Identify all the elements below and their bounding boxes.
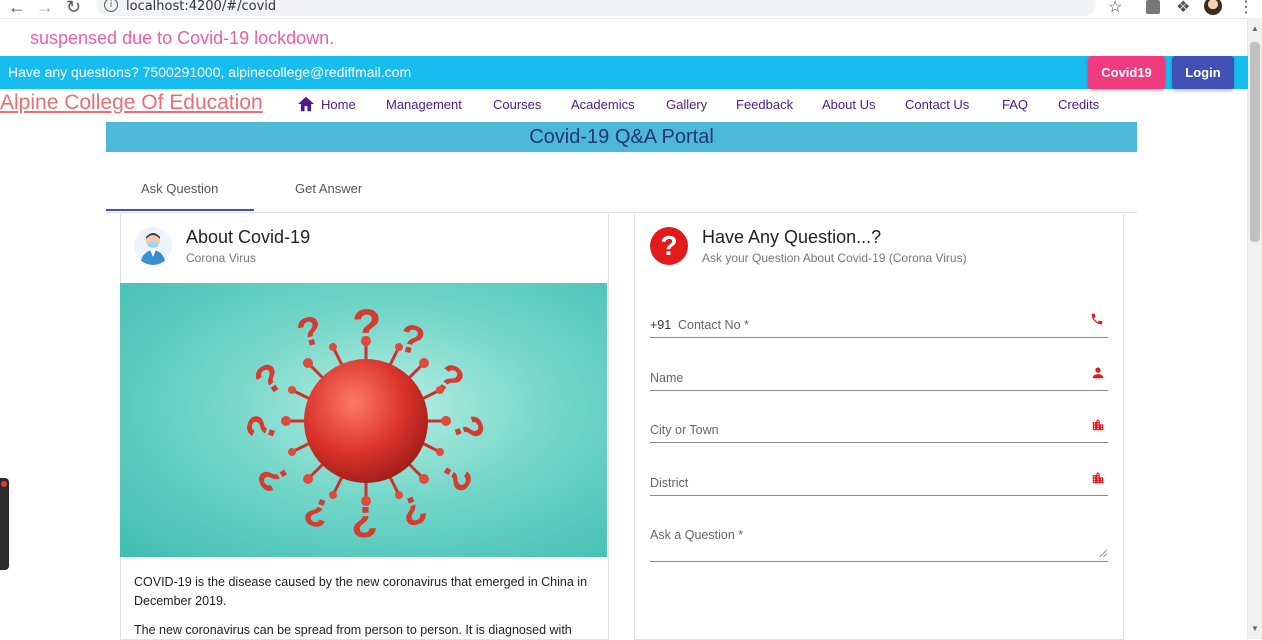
contact-banner-text: Have any questions? 7500291000, alpineco… [8, 64, 412, 80]
svg-text:?: ? [237, 409, 287, 447]
svg-text:?: ? [426, 355, 471, 405]
login-button[interactable]: Login [1172, 56, 1234, 89]
puzzle-icon[interactable]: ❖ [1176, 0, 1190, 17]
nav-courses[interactable]: Courses [493, 97, 541, 112]
tabs-divider [106, 212, 1137, 213]
about-paragraph-1: COVID-19 is the disease caused by the ne… [134, 575, 588, 608]
bookmark-star-icon[interactable]: ☆ [1108, 0, 1122, 17]
record-dot-icon [1, 481, 7, 487]
svg-text:?: ? [292, 308, 327, 357]
name-field[interactable]: Name [650, 371, 683, 385]
scroll-down-icon[interactable]: ▼ [1251, 624, 1259, 633]
nav-credits[interactable]: Credits [1058, 97, 1099, 112]
screenrec-widget[interactable]: screenrec [0, 478, 9, 570]
city-field[interactable]: City or Town [650, 423, 719, 437]
page-scrollbar[interactable]: ▲ ▼ [1247, 18, 1262, 639]
nav-home[interactable]: Home [321, 97, 356, 112]
svg-text:?: ? [394, 316, 429, 365]
announcement-marquee: suspensed due to Covid-19 lockdown. [30, 28, 335, 48]
city-icon [1092, 419, 1104, 431]
question-card-title: Have Any Question...? [702, 227, 882, 247]
extension-icon[interactable] [1146, 0, 1160, 14]
phone-prefix: +91 [650, 318, 672, 332]
contact-banner: Have any questions? 7500291000, alpineco… [0, 56, 1248, 89]
covid19-button[interactable]: Covid19 [1088, 56, 1165, 89]
contact-no-underline [650, 337, 1108, 338]
reload-icon[interactable]: ↻ [66, 0, 81, 18]
about-paragraph-2: The new coronavirus can be spread from p… [134, 623, 572, 637]
person-icon [1092, 367, 1104, 379]
nav-academics[interactable]: Academics [571, 97, 635, 112]
brand-link[interactable]: Alpine College Of Education [0, 91, 263, 115]
textarea-resize-handle-icon[interactable] [1098, 548, 1107, 557]
browser-toolbar: ← → ↻ i localhost:4200/#/covid ☆ ❖ ⋮ [0, 0, 1262, 19]
scroll-thumb[interactable] [1250, 42, 1260, 242]
nav-feedback[interactable]: Feedback [736, 97, 793, 112]
about-card-title: About Covid-19 [186, 227, 311, 247]
nav-management[interactable]: Management [386, 97, 462, 112]
forward-icon[interactable]: → [36, 0, 54, 18]
svg-text:?: ? [431, 456, 481, 499]
scroll-up-icon[interactable]: ▲ [1251, 24, 1259, 33]
name-underline [650, 390, 1108, 391]
nav-about-us[interactable]: About Us [822, 97, 875, 112]
portal-title: Covid-19 Q&A Portal [529, 126, 714, 148]
about-card-subtitle: Corona Virus [186, 251, 256, 265]
nav-gallery[interactable]: Gallery [666, 97, 707, 112]
city-icon [1092, 472, 1104, 484]
coronavirus-illustration: ? ? ? ? ? ? ? ? ? ? ? ? [120, 283, 607, 557]
doctor-avatar-icon [134, 227, 172, 265]
home-icon[interactable] [297, 96, 315, 112]
tab-get-answer[interactable]: Get Answer [295, 181, 362, 196]
nav-faq[interactable]: FAQ [1002, 97, 1028, 112]
url-text[interactable]: localhost:4200/#/covid [126, 0, 276, 14]
contact-no-field[interactable]: Contact No * [678, 318, 749, 332]
district-field[interactable]: District [650, 476, 688, 490]
menu-kebab-icon[interactable]: ⋮ [1238, 0, 1254, 17]
nav-contact-us[interactable]: Contact Us [905, 97, 969, 112]
active-tab-indicator [106, 209, 254, 211]
question-textarea[interactable]: Ask a Question * [650, 528, 743, 542]
question-underline [650, 561, 1108, 562]
svg-text:?: ? [249, 456, 299, 499]
tab-ask-question[interactable]: Ask Question [141, 181, 218, 196]
portal-header: Covid-19 Q&A Portal [106, 122, 1137, 152]
question-card-subtitle: Ask your Question About Covid-19 (Corona… [702, 251, 967, 265]
question-mark-icon: ? [650, 227, 688, 265]
svg-text:?: ? [443, 410, 493, 448]
phone-icon [1091, 313, 1103, 325]
city-underline [650, 442, 1108, 443]
profile-avatar[interactable] [1204, 0, 1222, 15]
district-underline [650, 495, 1108, 496]
svg-text:?: ? [247, 354, 292, 404]
back-icon[interactable]: ← [8, 0, 26, 18]
